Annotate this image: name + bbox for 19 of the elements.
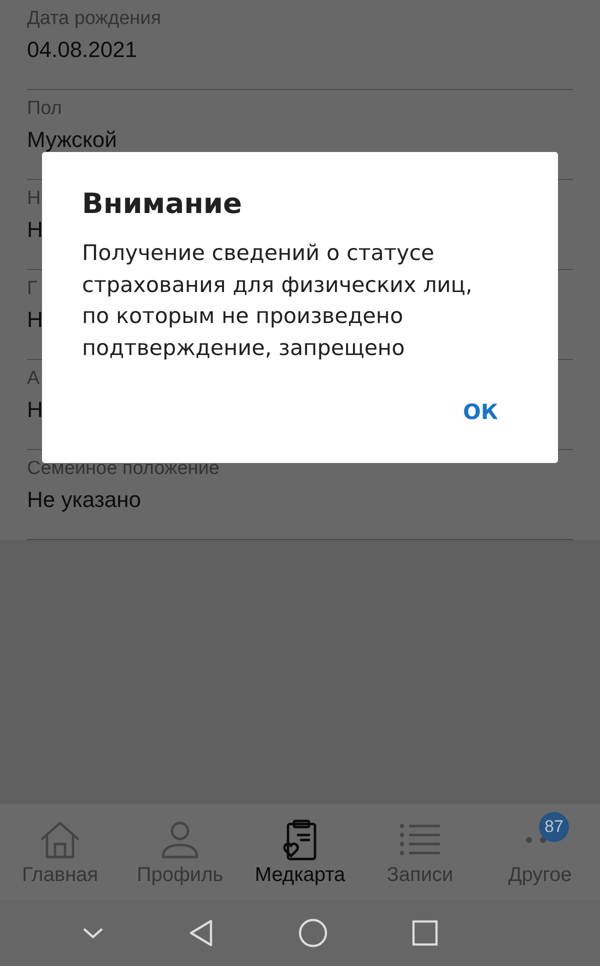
chevron-down-icon[interactable] <box>82 927 104 939</box>
nav-tab[interactable]: Медкарта <box>240 804 360 900</box>
back-icon[interactable] <box>188 919 214 947</box>
home-icon <box>39 820 81 860</box>
field-value: 04.08.2021 <box>27 36 138 64</box>
home-button-icon[interactable] <box>298 918 328 948</box>
list-icon <box>399 822 441 858</box>
dialog-message: Получение сведений о статусе страхования для физических лиц, по которым не произведено подтверждение, запрещено <box>82 240 474 362</box>
clipboard-heart-icon <box>282 819 318 861</box>
profile-icon <box>160 820 200 860</box>
field-value: Н <box>27 216 43 244</box>
recents-icon[interactable] <box>412 920 438 946</box>
field-value: Не указано <box>27 486 142 514</box>
dialog-title: Внимание <box>82 186 244 222</box>
field-value: Н <box>27 306 43 334</box>
count-badge: 87 <box>539 812 569 842</box>
field-value: Мужской <box>27 126 117 154</box>
field-value: Н <box>27 396 43 424</box>
ok-button[interactable]: ОК <box>446 394 514 430</box>
